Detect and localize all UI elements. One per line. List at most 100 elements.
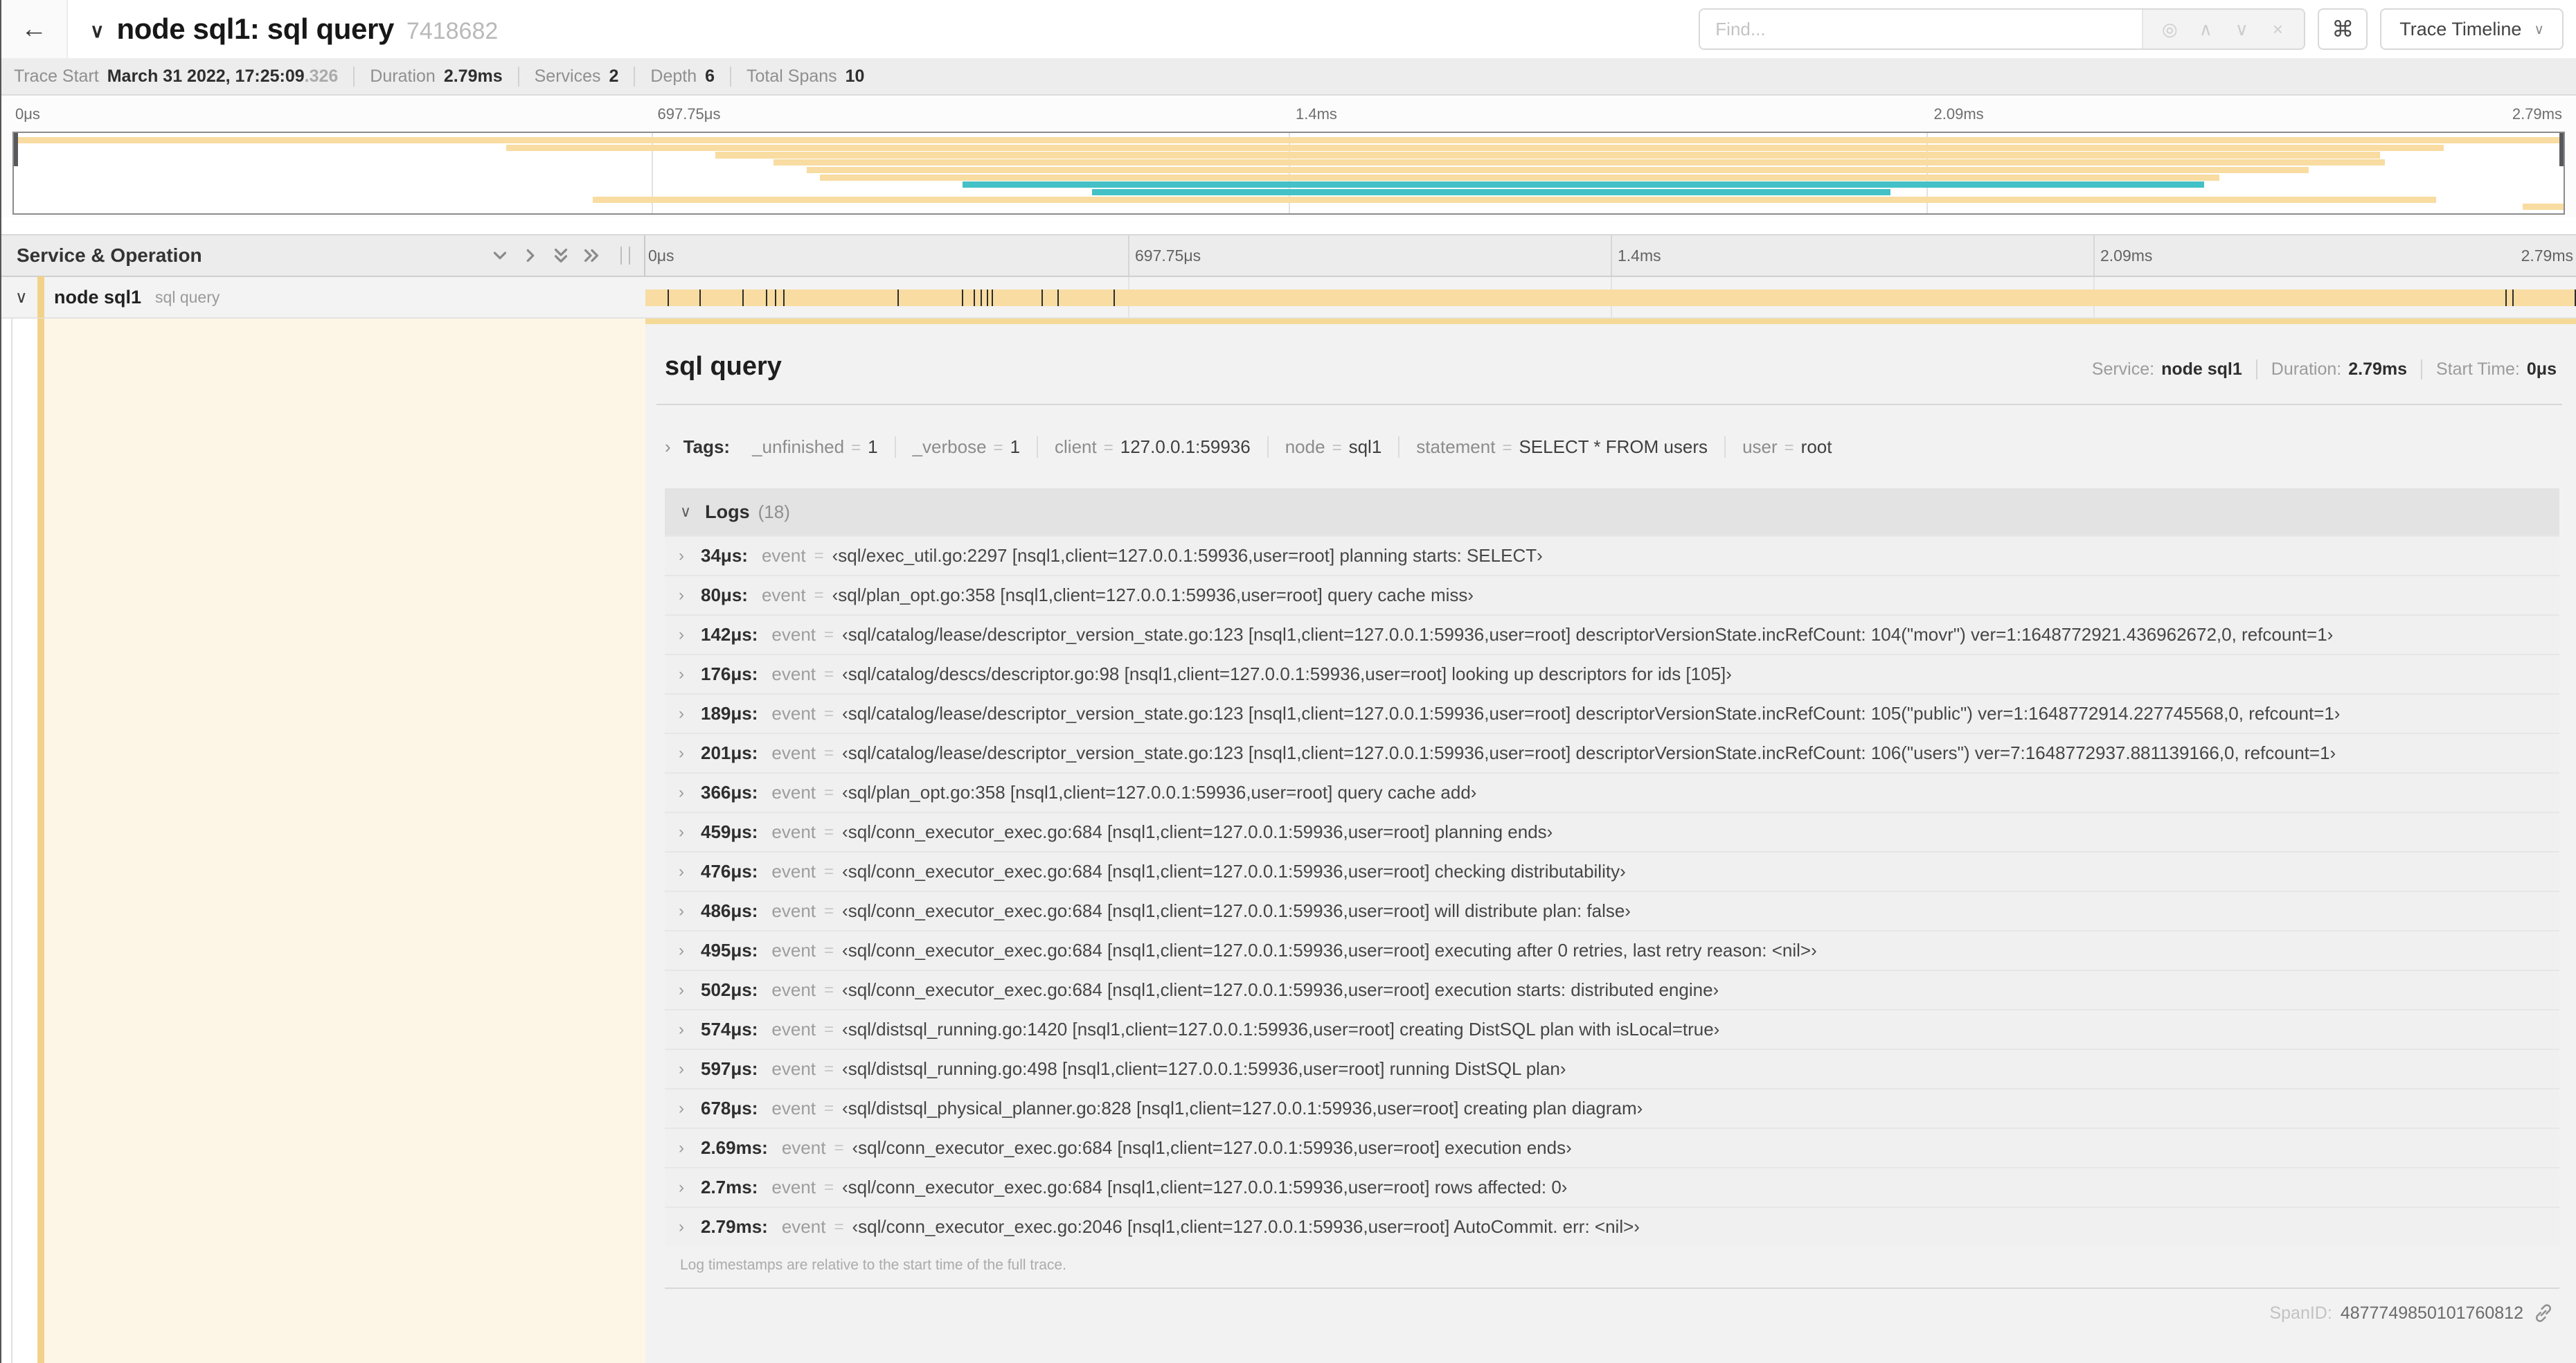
expand-all-button[interactable] <box>576 240 607 271</box>
span-name-cell[interactable]: ∨ node sql1 sql query <box>1 276 645 318</box>
log-entry[interactable]: › 142μs: event = ‹sql/catalog/lease/desc… <box>665 614 2559 654</box>
tag-item[interactable]: _verbose = 1 <box>894 436 1037 458</box>
collapse-one-button[interactable] <box>485 240 515 271</box>
log-entry[interactable]: › 2.69ms: event = ‹sql/conn_executor_exe… <box>665 1128 2559 1167</box>
back-button[interactable]: ← <box>1 0 68 58</box>
tag-value: 1 <box>1010 436 1021 457</box>
log-timestamp: 176μs: <box>701 663 758 684</box>
logs-header[interactable]: ∨ Logs (18) <box>665 488 2559 535</box>
tag-item[interactable]: user = root <box>1724 436 1848 458</box>
deep-link-icon[interactable] <box>2533 1303 2554 1324</box>
log-entry[interactable]: › 597μs: event = ‹sql/distsql_running.go… <box>665 1049 2559 1088</box>
chevron-right-icon: › <box>679 862 684 881</box>
collapse-all-button[interactable] <box>546 240 576 271</box>
equals-sign: = <box>824 783 834 802</box>
minimap-time-labels: 0μs 697.75μs 1.4ms 2.09ms 2.79ms <box>12 96 2565 132</box>
double-chevron-right-icon <box>584 249 599 262</box>
equals-sign: = <box>824 822 834 841</box>
log-marker-tick <box>991 289 993 306</box>
chevron-right-icon: › <box>679 901 684 920</box>
span-graph-minimap: 0μs 697.75μs 1.4ms 2.09ms 2.79ms <box>1 96 2576 217</box>
trace-timeline-view-button[interactable]: Trace Timeline ∨ <box>2380 8 2564 50</box>
trace-id: 7418682 <box>406 18 499 44</box>
focus-match-icon[interactable]: ◎ <box>2152 19 2188 40</box>
tag-item[interactable]: node = sql1 <box>1267 436 1399 458</box>
minimap-left-handle[interactable] <box>14 133 18 166</box>
log-marker-tick <box>782 289 785 306</box>
log-timestamp: 34μs: <box>701 545 748 566</box>
tag-item[interactable]: _unfinished = 1 <box>735 436 894 458</box>
log-timestamp: 476μs: <box>701 861 758 882</box>
log-marker-tick <box>897 289 899 306</box>
log-entry[interactable]: › 34μs: event = ‹sql/exec_util.go:2297 [… <box>665 535 2559 575</box>
column-resizer-grip[interactable] <box>620 247 630 265</box>
stat-value: 2.79ms <box>443 66 503 86</box>
log-entry[interactable]: › 176μs: event = ‹sql/catalog/descs/desc… <box>665 654 2559 693</box>
log-entry[interactable]: › 189μs: event = ‹sql/catalog/lease/desc… <box>665 693 2559 733</box>
log-entry[interactable]: › 574μs: event = ‹sql/distsql_running.go… <box>665 1009 2559 1049</box>
log-entry[interactable]: › 678μs: event = ‹sql/distsql_physical_p… <box>665 1088 2559 1128</box>
expanded-row-backdrop <box>44 319 645 1363</box>
log-field-key: event <box>761 545 806 566</box>
chevron-down-icon: ∨ <box>2534 21 2544 37</box>
log-timestamp: 366μs: <box>701 782 758 803</box>
tag-key: _unfinished <box>752 436 845 457</box>
minimap-span-bar <box>715 152 2380 159</box>
equals-sign: = <box>851 438 861 457</box>
tag-value: 127.0.0.1:59936 <box>1120 436 1251 457</box>
log-entry[interactable]: › 366μs: event = ‹sql/plan_opt.go:358 [n… <box>665 772 2559 812</box>
meta-value: 2.79ms <box>2348 359 2408 379</box>
keyboard-shortcuts-button[interactable]: ⌘ <box>2318 8 2368 50</box>
find-input[interactable] <box>1700 10 2143 48</box>
log-event-message: ‹sql/conn_executor_exec.go:684 [nsql1,cl… <box>842 979 1719 1000</box>
log-entry[interactable]: › 495μs: event = ‹sql/conn_executor_exec… <box>665 930 2559 970</box>
clear-search-icon[interactable]: × <box>2260 19 2296 40</box>
log-marker-tick <box>1057 289 1059 306</box>
log-field-key: event <box>771 703 816 724</box>
log-marker-tick <box>986 289 988 306</box>
next-match-icon[interactable]: ∨ <box>2224 19 2260 40</box>
expand-one-button[interactable] <box>515 240 546 271</box>
tag-value: 1 <box>868 436 878 457</box>
minimap-canvas[interactable] <box>12 132 2565 215</box>
log-entry[interactable]: › 476μs: event = ‹sql/conn_executor_exec… <box>665 851 2559 891</box>
span-row: ∨ node sql1 sql query <box>1 276 2576 319</box>
stat-value: 6 <box>705 66 715 86</box>
log-timestamp: 574μs: <box>701 1019 758 1040</box>
detail-left-column <box>1 319 645 1363</box>
log-entry[interactable]: › 2.7ms: event = ‹sql/conn_executor_exec… <box>665 1167 2559 1206</box>
row-expander-chevron-icon[interactable]: ∨ <box>15 287 36 308</box>
timeline-column-header: Service & Operation 0μs 697.75μs 1.4ms 2.09… <box>1 234 2576 277</box>
chevron-right-icon: › <box>679 980 684 999</box>
tag-value: SELECT * FROM users <box>1519 436 1708 457</box>
trace-title-group[interactable]: ∨ node sql1: sql query 7418682 <box>90 12 498 46</box>
log-field-key: event <box>771 663 816 684</box>
prev-match-icon[interactable]: ∧ <box>2188 19 2224 40</box>
log-entry[interactable]: › 502μs: event = ‹sql/conn_executor_exec… <box>665 970 2559 1009</box>
log-timestamp: 678μs: <box>701 1098 758 1119</box>
span-bar-cell[interactable] <box>645 277 2576 317</box>
log-timestamp: 80μs: <box>701 585 748 605</box>
chevron-down-icon <box>493 251 507 260</box>
log-entry[interactable]: › 201μs: event = ‹sql/catalog/lease/desc… <box>665 733 2559 772</box>
tag-item[interactable]: statement = SELECT * FROM users <box>1398 436 1724 458</box>
log-field-key: event <box>771 1019 816 1040</box>
log-field-key: event <box>771 1058 816 1079</box>
equals-sign: = <box>824 1059 834 1078</box>
equals-sign: = <box>1502 438 1512 457</box>
meta-value: node sql1 <box>2161 359 2242 379</box>
span-duration-bar[interactable] <box>645 289 2576 306</box>
log-timestamp: 201μs: <box>701 742 758 763</box>
tag-item[interactable]: client = 127.0.0.1:59936 <box>1037 436 1267 458</box>
log-entry[interactable]: › 459μs: event = ‹sql/conn_executor_exec… <box>665 812 2559 851</box>
log-entry[interactable]: › 80μs: event = ‹sql/plan_opt.go:358 [ns… <box>665 575 2559 614</box>
minimap-right-handle[interactable] <box>2559 133 2564 166</box>
chevron-right-icon: › <box>679 1019 684 1039</box>
ruler-tick-label: 0μs <box>15 105 40 123</box>
log-entry[interactable]: › 2.79ms: event = ‹sql/conn_executor_exe… <box>665 1206 2559 1246</box>
minimap-span-bar <box>2523 204 2564 211</box>
tags-row[interactable]: › Tags: _unfinished = 1 _verbose = 1 cli… <box>656 405 2562 488</box>
log-entry[interactable]: › 486μs: event = ‹sql/conn_executor_exec… <box>665 891 2559 930</box>
log-timestamp: 142μs: <box>701 624 758 645</box>
timeline-ruler: 0μs 697.75μs 1.4ms 2.09ms 2.79ms <box>645 235 2576 276</box>
